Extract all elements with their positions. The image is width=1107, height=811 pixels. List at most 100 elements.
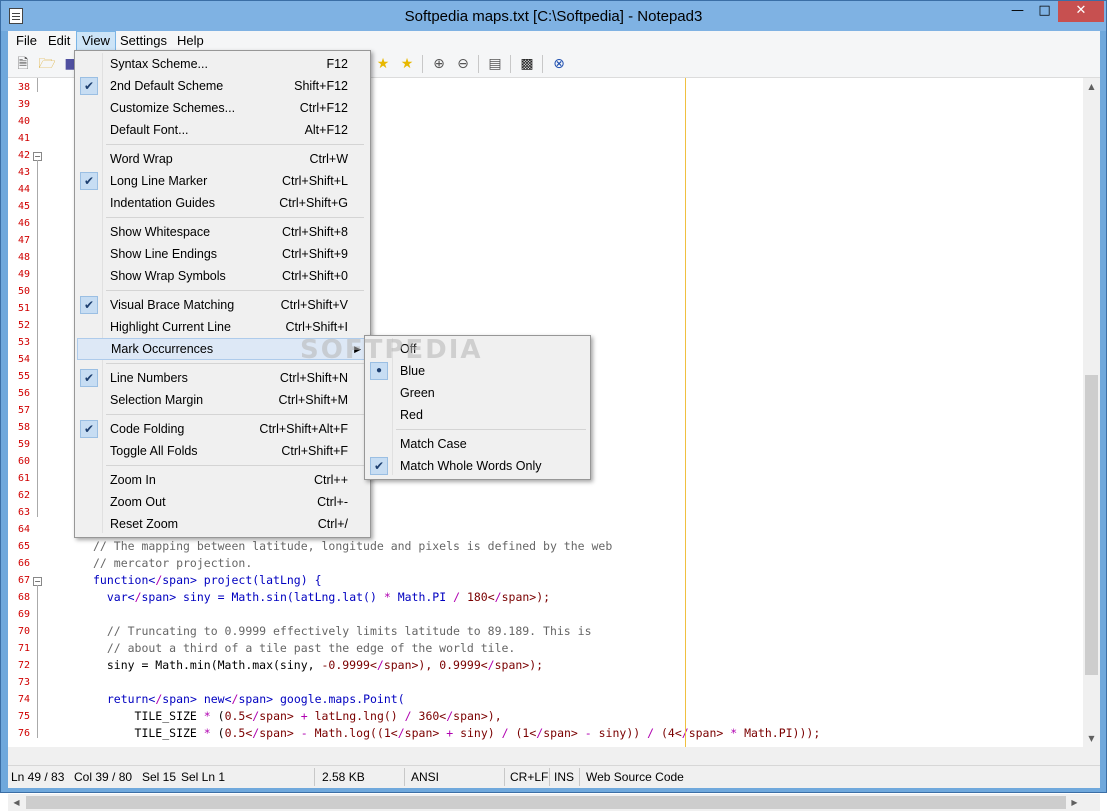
line-number: 44 [17, 184, 30, 195]
menu-item-syntax-scheme[interactable]: Syntax Scheme... F12 [77, 53, 368, 75]
line-number: 52 [17, 320, 30, 331]
close-button[interactable]: ✕ [1058, 1, 1104, 22]
code-line: // Truncating to 0.9999 effectively limi… [93, 624, 592, 638]
line-number: 61 [17, 473, 30, 484]
menu-item-shortcut: Ctrl+/ [317, 517, 348, 531]
menu-item-show-line-endings[interactable]: Show Line Endings Ctrl+Shift+9 [77, 243, 368, 265]
toolbar-separator [542, 55, 543, 73]
submenu-item-red[interactable]: Red [367, 404, 588, 426]
status-separator [549, 768, 550, 786]
menu-item-show-wrap-symbols[interactable]: Show Wrap Symbols Ctrl+Shift+0 [77, 265, 368, 287]
checkmark-icon: ✔ [80, 369, 98, 387]
status-eol[interactable]: CR+LF [510, 769, 548, 785]
code-line: // about a third of a tile past the edge… [93, 641, 516, 655]
submenu-item-match-whole-words-only[interactable]: ✔ Match Whole Words Only [367, 455, 588, 477]
status-encoding[interactable]: ANSI [411, 769, 439, 785]
scroll-down-icon[interactable]: ▼ [1083, 730, 1100, 747]
line-number: 59 [17, 439, 30, 450]
line-number: 42 [17, 150, 30, 161]
menu-item-shortcut: Ctrl+Shift+L [281, 174, 348, 188]
menu-settings[interactable]: Settings [115, 32, 172, 50]
menu-item-default-font[interactable]: Default Font... Alt+F12 [77, 119, 368, 141]
line-number: 73 [17, 677, 30, 688]
menu-item-indentation-guides[interactable]: Indentation Guides Ctrl+Shift+G [77, 192, 368, 214]
line-number: 72 [17, 660, 30, 671]
zoom-out-icon[interactable]: ⊖ [453, 54, 473, 74]
line-number: 45 [17, 201, 30, 212]
submenu-item-match-case[interactable]: Match Case [367, 433, 588, 455]
close-circle-icon[interactable]: ⊗ [549, 54, 569, 74]
menu-item-line-numbers[interactable]: ✔ Line Numbers Ctrl+Shift+N [77, 367, 368, 389]
zoom-in-icon[interactable]: ⊕ [429, 54, 449, 74]
toolbar-separator [478, 55, 479, 73]
menu-item-code-folding[interactable]: ✔ Code Folding Ctrl+Shift+Alt+F [77, 418, 368, 440]
horizontal-scrollbar[interactable]: ◀ ▶ [8, 794, 1083, 811]
menu-file[interactable]: File [11, 32, 42, 50]
view-icon[interactable]: ▤ [485, 54, 505, 74]
line-number: 50 [17, 286, 30, 297]
menu-item-shortcut: F12 [326, 57, 348, 71]
menu-item-label: Line Numbers [110, 371, 188, 385]
menu-separator [106, 144, 364, 145]
title-bar[interactable]: Softpedia maps.txt [C:\Softpedia] - Note… [1, 1, 1106, 31]
status-scheme[interactable]: Web Source Code [586, 769, 684, 785]
open-file-icon[interactable]: 🗁 [37, 54, 57, 74]
line-number: 40 [17, 116, 30, 127]
line-number: 49 [17, 269, 30, 280]
menu-item-zoom-in[interactable]: Zoom In Ctrl++ [77, 469, 368, 491]
menu-item-label: Reset Zoom [110, 517, 179, 531]
menu-view[interactable]: View [76, 31, 116, 51]
menu-item-show-whitespace[interactable]: Show Whitespace Ctrl+Shift+8 [77, 221, 368, 243]
fold-guide [37, 160, 38, 517]
line-number: 53 [17, 337, 30, 348]
menu-item-selection-margin[interactable]: Selection Margin Ctrl+Shift+M [77, 389, 368, 411]
line-number: 41 [17, 133, 30, 144]
menu-bar: File Edit View Settings Help [8, 31, 1100, 51]
menu-item-toggle-all-folds[interactable]: Toggle All Folds Ctrl+Shift+F [77, 440, 368, 462]
menu-item-shortcut: Alt+F12 [304, 123, 348, 137]
scroll-right-icon[interactable]: ▶ [1066, 794, 1083, 811]
line-number: 64 [17, 524, 30, 535]
menu-item-2nd-default-scheme[interactable]: ✔ 2nd Default Scheme Shift+F12 [77, 75, 368, 97]
star-icon[interactable]: ★ [373, 54, 393, 74]
menu-item-visual-brace-matching[interactable]: ✔ Visual Brace Matching Ctrl+Shift+V [77, 294, 368, 316]
menu-item-reset-zoom[interactable]: Reset Zoom Ctrl+/ [77, 513, 368, 535]
code-line: // mercator projection. [93, 556, 253, 570]
line-number: 47 [17, 235, 30, 246]
vertical-scrollbar[interactable]: ▲ ▼ [1083, 78, 1100, 747]
menu-item-label: Selection Margin [110, 393, 204, 407]
menu-item-long-line-marker[interactable]: ✔ Long Line Marker Ctrl+Shift+L [77, 170, 368, 192]
menu-item-customize-schemes[interactable]: Customize Schemes... Ctrl+F12 [77, 97, 368, 119]
menu-item-label: Toggle All Folds [110, 444, 198, 458]
menu-item-shortcut: Ctrl++ [313, 473, 348, 487]
menu-item-zoom-out[interactable]: Zoom Out Ctrl+- [77, 491, 368, 513]
menu-item-label: Customize Schemes... [110, 101, 236, 115]
checkmark-icon: ✔ [80, 172, 98, 190]
horizontal-scroll-thumb[interactable] [26, 796, 1066, 809]
submenu-item-green[interactable]: Green [367, 382, 588, 404]
terminal-icon[interactable]: ▩ [517, 54, 537, 74]
scroll-up-icon[interactable]: ▲ [1083, 78, 1100, 95]
vertical-scroll-thumb[interactable] [1085, 375, 1098, 675]
new-file-icon[interactable]: 🗎 [13, 54, 33, 74]
star-add-icon[interactable]: ★ [397, 54, 417, 74]
menu-item-shortcut: Ctrl+- [317, 495, 348, 509]
status-ins[interactable]: INS [554, 769, 574, 785]
menu-item-label: 2nd Default Scheme [110, 79, 224, 93]
line-number: 51 [17, 303, 30, 314]
menu-item-label: Zoom Out [110, 495, 166, 509]
menu-item-word-wrap[interactable]: Word Wrap Ctrl+W [77, 148, 368, 170]
menu-edit[interactable]: Edit [43, 32, 75, 50]
menu-item-label: Zoom In [110, 473, 156, 487]
minimize-button[interactable]: — [1004, 1, 1031, 22]
scroll-left-icon[interactable]: ◀ [8, 794, 25, 811]
menu-item-shortcut: Ctrl+Shift+N [279, 371, 348, 385]
line-number: 38 [17, 82, 30, 93]
menu-help[interactable]: Help [172, 32, 209, 50]
maximize-button[interactable]: □ [1031, 1, 1058, 22]
menu-item-shortcut: Ctrl+Shift+Alt+F [259, 422, 348, 436]
submenu-item-label: Red [400, 408, 423, 422]
menu-item-shortcut: Ctrl+Shift+G [279, 196, 348, 210]
long-line-marker [685, 78, 686, 747]
line-number: 54 [17, 354, 30, 365]
